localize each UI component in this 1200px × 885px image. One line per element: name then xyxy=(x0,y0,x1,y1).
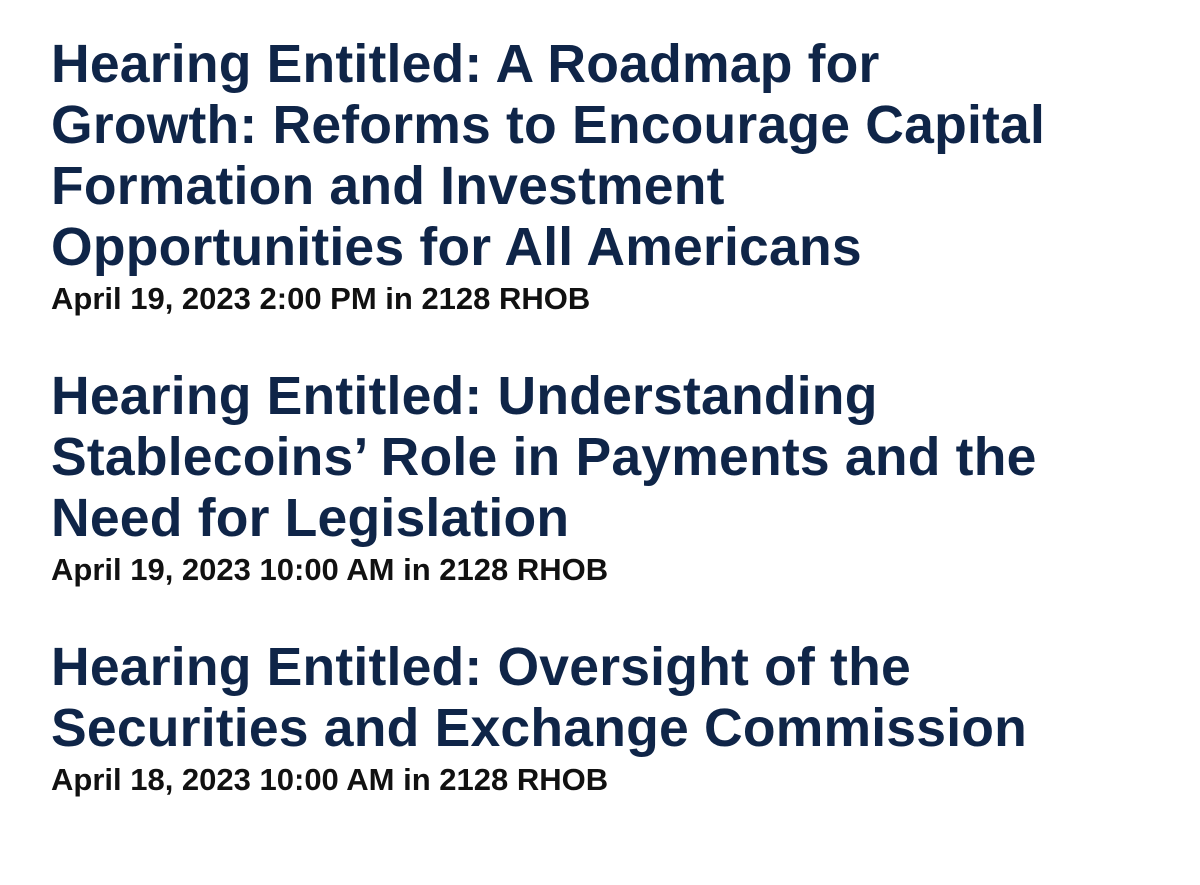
hearing-date-location: April 19, 2023 2:00 PM in 2128 RHOB xyxy=(51,281,591,316)
hearing-list: Hearing Entitled: A Roadmap for Growth: … xyxy=(51,34,1161,801)
hearing-title-line: Hearing Entitled: A Roadmap for xyxy=(51,35,880,94)
hearing-title-line: Formation and Investment xyxy=(51,157,725,216)
hearing-title-line: Hearing Entitled: Understanding xyxy=(51,367,878,426)
hearing-title-link[interactable]: Hearing Entitled: Oversight of the Secur… xyxy=(51,637,1161,759)
hearing-title-line: Need for Legislation xyxy=(51,489,570,548)
hearing-title-line: Growth: Reforms to Encourage Capital xyxy=(51,96,1046,155)
hearing-date-location: April 18, 2023 10:00 AM in 2128 RHOB xyxy=(51,762,609,797)
hearing-item: Hearing Entitled: Understanding Stableco… xyxy=(51,366,1161,591)
hearing-title-line: Hearing Entitled: Oversight of the xyxy=(51,638,911,697)
hearing-title-line: Opportunities for All Americans xyxy=(51,218,862,277)
hearing-title-link[interactable]: Hearing Entitled: A Roadmap for Growth: … xyxy=(51,34,1161,278)
hearing-item: Hearing Entitled: A Roadmap for Growth: … xyxy=(51,34,1161,320)
hearing-date-location: April 19, 2023 10:00 AM in 2128 RHOB xyxy=(51,552,609,587)
hearing-title-line: Securities and Exchange Commission xyxy=(51,699,1028,758)
hearing-title-link[interactable]: Hearing Entitled: Understanding Stableco… xyxy=(51,366,1161,549)
hearing-title-line: Stablecoins’ Role in Payments and the xyxy=(51,428,1037,487)
hearing-item: Hearing Entitled: Oversight of the Secur… xyxy=(51,637,1161,801)
